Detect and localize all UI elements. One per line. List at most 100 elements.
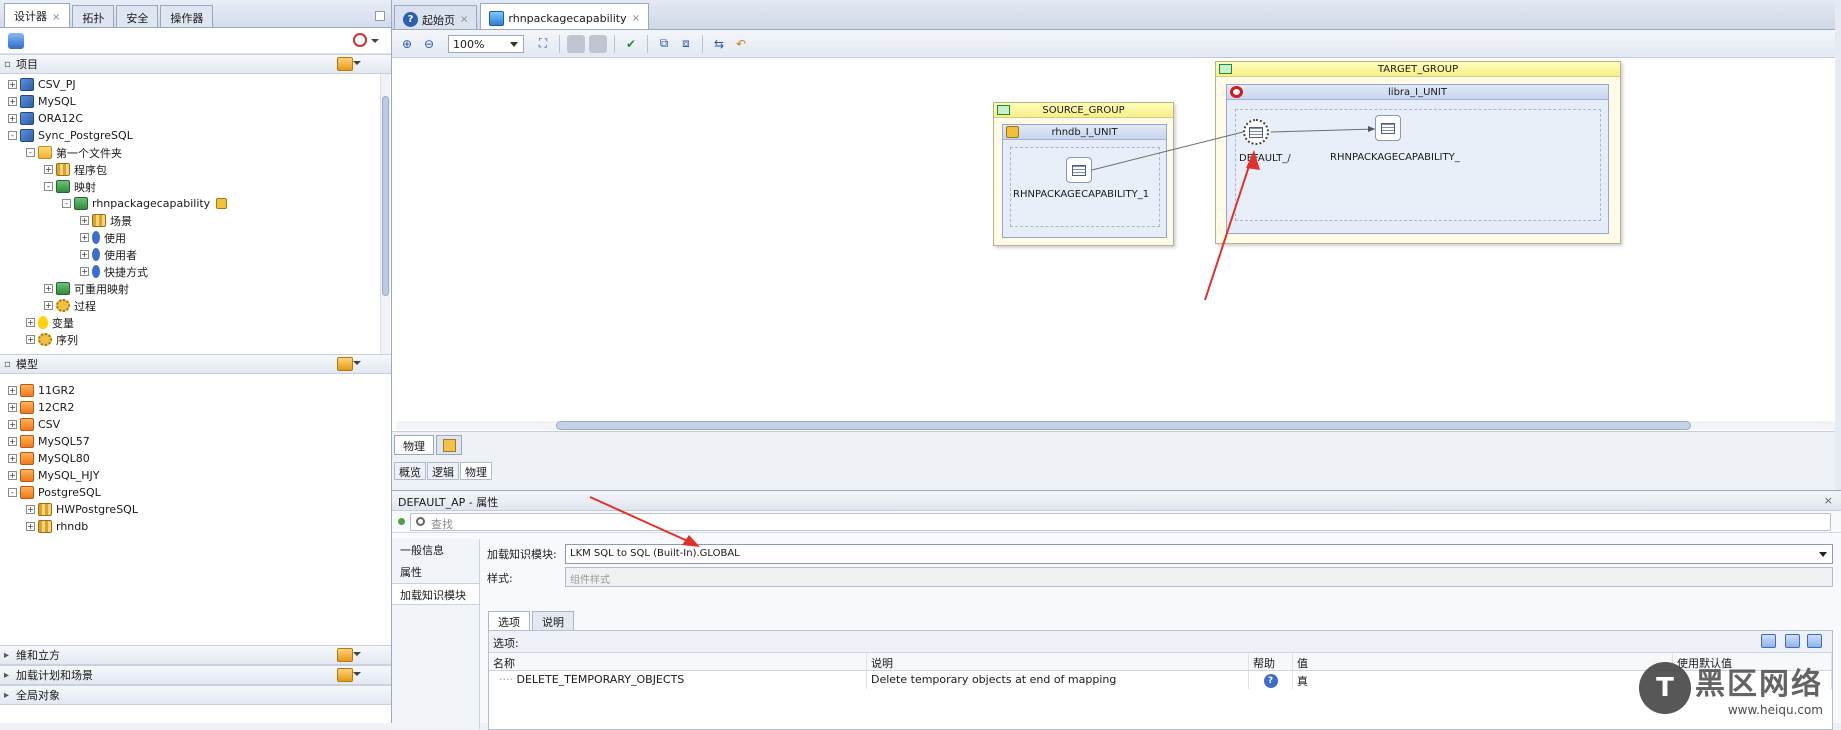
source-table-node[interactable] [1066,157,1092,183]
expand-icon[interactable]: + [8,386,17,395]
tree-item[interactable]: - rhnpackagecapability [8,195,391,212]
tree-item[interactable]: +12CR2 [8,399,391,416]
expand-icon[interactable]: + [8,420,17,429]
tab-operator[interactable]: 操作器 [160,5,214,27]
expand-icon[interactable]: + [44,301,53,310]
refresh-icon[interactable] [8,33,24,49]
tree-item[interactable]: + CSV_PJ [8,76,391,93]
expand-icon[interactable]: + [26,335,35,344]
tab-overview[interactable]: 概览 [394,462,426,480]
collapse-icon[interactable]: - [62,199,71,208]
new-loadplan-icon[interactable] [337,668,353,682]
collapse-all-icon[interactable]: ⧈ [677,35,695,53]
col-description[interactable]: 说明 [867,653,1249,670]
section-model[interactable]: ▫ 模型 [0,354,391,374]
section-dimensions[interactable]: ▸ 维和立方 [0,645,391,665]
new-model-icon[interactable] [337,357,353,371]
expand-icon[interactable]: + [8,114,17,123]
tab-physical[interactable]: 物理 [460,462,492,480]
close-icon[interactable]: × [52,12,60,23]
table-view-icon[interactable] [1761,634,1776,648]
tab-description[interactable]: 说明 [532,611,574,630]
col-value[interactable]: 值 [1293,653,1673,670]
project-scrollbar[interactable] [380,74,390,354]
expand-icon[interactable]: + [26,522,35,531]
expand-icon[interactable]: + [80,216,89,225]
paste-icon[interactable] [1807,634,1822,648]
canvas-hscrollbar[interactable] [396,421,1837,430]
close-icon[interactable]: × [1824,494,1833,507]
tree-item[interactable]: + 序列 [8,331,391,348]
tab-mapping[interactable]: rhnpackagecapability × [480,3,649,29]
tree-item[interactable]: + rhndb [8,518,391,535]
fit-icon[interactable]: ⛶ [534,35,552,53]
expand-icon[interactable]: + [8,471,17,480]
expand-icon[interactable]: + [44,165,53,174]
search-input[interactable]: 查找 [410,513,1831,531]
collapse-icon[interactable]: - [44,182,53,191]
tree-item[interactable]: + 使用者 [8,246,391,263]
tree-item[interactable]: + 使用 [8,229,391,246]
chevron-down-icon[interactable] [353,361,361,365]
tree-item[interactable]: - 映射 [8,178,391,195]
table-row[interactable]: ···· DELETE_TEMPORARY_OBJECTS Delete tem… [489,671,1832,689]
tree-item[interactable]: + 场景 [8,212,391,229]
collapse-icon[interactable]: - [8,131,17,140]
tree-item[interactable]: + MySQL [8,93,391,110]
chevron-down-icon[interactable] [353,652,361,656]
tab-options[interactable]: 选项 [488,611,530,630]
style-field[interactable]: 组件样式 [565,567,1833,587]
expand-icon[interactable]: + [8,403,17,412]
tree-item[interactable]: + MySQL_HJY [8,467,391,484]
expand-icon[interactable]: + [8,80,17,89]
minimize-icon[interactable] [375,11,385,21]
tab-logical[interactable]: 逻辑 [427,462,459,480]
tree-item[interactable]: + 快捷方式 [8,263,391,280]
lkm-select[interactable]: LKM SQL to SQL (Built-In).GLOBAL [565,544,1833,564]
tree-item[interactable]: + 过程 [8,297,391,314]
collapse-icon[interactable]: ▫ [4,59,16,70]
close-icon[interactable]: × [632,13,640,24]
tab-start-page[interactable]: ? 起始页 × [394,5,478,29]
new-dimension-icon[interactable] [337,648,353,662]
undo-icon[interactable]: ↶ [732,35,750,53]
expand-icon[interactable]: + [80,267,89,276]
tree-item[interactable]: +11GR2 [8,382,391,399]
zoom-out-icon[interactable]: ⊖ [420,35,438,53]
tab-topology[interactable]: 拓扑 [72,5,115,27]
tab-physical-view[interactable]: 物理 [394,435,434,455]
nav-lkm[interactable]: 加载知识模块 [392,583,479,605]
close-icon[interactable]: × [460,14,468,25]
help-icon[interactable]: ? [1263,674,1278,688]
tab-security[interactable]: 安全 [116,5,159,27]
target-table-node[interactable] [1375,115,1401,141]
expand-icon[interactable]: + [44,284,53,293]
expand-icon[interactable]: + [80,233,89,242]
mapping-canvas[interactable]: TARGET_GROUP libra_I_UNIT SOURCE_GROUP r… [392,58,1841,432]
layout-icon[interactable] [567,34,585,53]
zoom-select[interactable]: 100% [448,34,524,53]
tree-item[interactable]: + HWPostgreSQL [8,501,391,518]
tab-new-physical-design[interactable] [436,435,462,455]
nav-general[interactable]: 一般信息 [392,539,479,561]
tree-item[interactable]: - Sync_PostgreSQL [8,127,391,144]
connect-icon[interactable] [353,33,367,47]
scrollbar-thumb[interactable] [382,96,389,296]
tab-designer[interactable]: 设计器 × [4,3,71,27]
collapse-icon[interactable]: ▫ [4,359,16,370]
section-project[interactable]: ▫ 项目 [0,54,391,74]
tree-item[interactable]: + 程序包 [8,161,391,178]
sync-icon[interactable]: ⇆ [710,35,728,53]
tree-item[interactable]: + ORA12C [8,110,391,127]
chevron-down-icon[interactable] [353,672,361,676]
validate-icon[interactable]: ✔ [622,35,640,53]
arrange-icon[interactable] [589,34,607,53]
expand-icon[interactable]: + [26,505,35,514]
col-help[interactable]: 帮助 [1249,653,1293,670]
col-name[interactable]: 名称 [489,653,867,670]
new-project-icon[interactable] [337,57,353,71]
tree-item[interactable]: + MySQL57 [8,433,391,450]
tree-item[interactable]: - PostgreSQL [8,484,391,501]
copy-icon[interactable] [1785,634,1800,648]
nav-attributes[interactable]: 属性 [392,561,479,583]
